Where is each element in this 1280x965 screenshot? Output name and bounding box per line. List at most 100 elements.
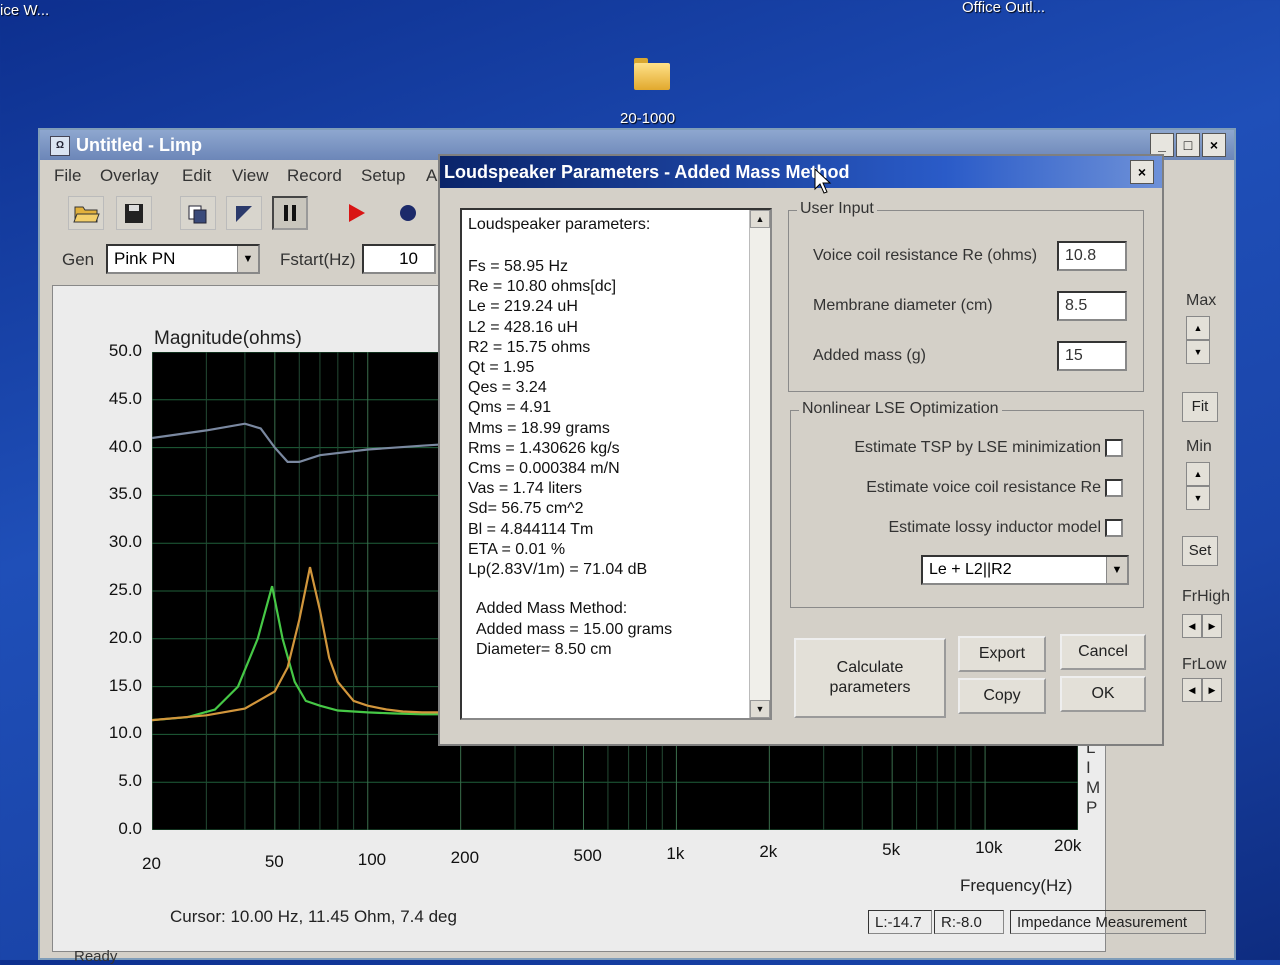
- x-tick-label: 2k: [759, 842, 778, 861]
- status-mode: Impedance Measurement: [1010, 910, 1206, 934]
- lse-group: Nonlinear LSE Optimization Estimate TSP …: [790, 400, 1144, 608]
- menu-record[interactable]: Record: [287, 166, 342, 186]
- save-icon: [125, 204, 143, 223]
- toolbar: [50, 194, 470, 234]
- y-tick-label: 10.0: [108, 723, 142, 743]
- max-down-button[interactable]: ▼: [1186, 340, 1210, 364]
- user-input-group: User Input Voice coil resistance Re (ohm…: [788, 200, 1144, 392]
- param-line: Qes = 3.24: [468, 379, 547, 397]
- pause-button[interactable]: [272, 196, 308, 230]
- parameters-dialog: Loudspeaker Parameters - Added Mass Meth…: [438, 154, 1164, 746]
- series-line: [151, 566, 468, 722]
- lse-inductor-checkbox[interactable]: [1105, 519, 1123, 537]
- lse-tsp-checkbox[interactable]: [1105, 439, 1123, 457]
- parameters-textbox[interactable]: Loudspeaker parameters: Fs = 58.95 Hz Re …: [460, 208, 772, 720]
- cancel-button[interactable]: Cancel: [1060, 634, 1146, 670]
- lse-option-tsp: Estimate TSP by LSE minimization: [854, 439, 1101, 456]
- inductor-model-select[interactable]: Le + L2||R2 ▼: [921, 555, 1129, 585]
- param-line: Sd= 56.75 cm^2: [468, 500, 584, 518]
- menu-setup[interactable]: Setup: [361, 166, 405, 186]
- dialog-close-button[interactable]: ×: [1130, 160, 1154, 184]
- dialog-title-bar[interactable]: Loudspeaker Parameters - Added Mass Meth…: [440, 156, 1162, 188]
- menu-view[interactable]: View: [232, 166, 269, 186]
- x-tick-label: 1k: [666, 844, 685, 863]
- menu-analysis[interactable]: A: [426, 166, 437, 186]
- chevron-down-icon[interactable]: ▼: [237, 246, 258, 272]
- chevron-down-icon[interactable]: ▼: [1106, 557, 1127, 583]
- min-label: Min: [1186, 438, 1212, 455]
- mass-line: Diameter= 8.50 cm: [476, 641, 612, 658]
- save-button[interactable]: [116, 196, 152, 230]
- param-line: Mms = 18.99 grams: [468, 419, 610, 437]
- diameter-label: Membrane diameter (cm): [813, 297, 993, 314]
- close-button[interactable]: ×: [1202, 133, 1226, 157]
- mouse-cursor-icon: [814, 168, 832, 194]
- cursor-readout: Cursor: 10.00 Hz, 11.45 Ohm, 7.4 deg: [170, 907, 457, 926]
- export-button[interactable]: Export: [958, 636, 1046, 672]
- frlow-left-button[interactable]: ◀: [1182, 678, 1202, 702]
- x-tick-label: 20: [142, 854, 161, 873]
- fstart-input[interactable]: 10: [362, 244, 436, 274]
- edit-tool-button[interactable]: [226, 196, 262, 230]
- menu-overlay[interactable]: Overlay: [100, 166, 159, 186]
- min-up-button[interactable]: ▲: [1186, 462, 1210, 486]
- param-line: Vas = 1.74 liters: [468, 480, 582, 498]
- copy-tool-button[interactable]: [180, 196, 216, 230]
- scroll-down-icon[interactable]: ▼: [750, 700, 770, 718]
- desktop-folder-label[interactable]: 20-1000: [620, 110, 675, 127]
- frlow-right-button[interactable]: ▶: [1202, 678, 1222, 702]
- calculate-label-1: Calculate: [836, 659, 904, 676]
- record-button[interactable]: [390, 196, 426, 230]
- generator-select[interactable]: Pink PN ▼: [106, 244, 260, 274]
- params-scrollbar[interactable]: ▲ ▼: [749, 210, 770, 718]
- y-tick-label: 45.0: [108, 388, 142, 408]
- x-tick-label: 20k: [1054, 836, 1082, 855]
- mass-input[interactable]: 15: [1057, 341, 1127, 371]
- param-line: Qms = 4.91: [468, 399, 552, 417]
- dialog-title: Loudspeaker Parameters - Added Mass Meth…: [444, 162, 850, 182]
- y-tick-label: 15.0: [108, 675, 142, 695]
- calculate-parameters-button[interactable]: Calculate parameters: [794, 638, 946, 718]
- frhigh-right-button[interactable]: ▶: [1202, 614, 1222, 638]
- diameter-input[interactable]: 8.5: [1057, 291, 1127, 321]
- gen-label: Gen: [62, 250, 95, 269]
- status-ready: Ready: [74, 948, 118, 965]
- folder-icon[interactable]: [634, 58, 670, 90]
- lse-option-re: Estimate voice coil resistance Re: [866, 479, 1101, 496]
- lse-re-checkbox[interactable]: [1105, 479, 1123, 497]
- frhigh-left-button[interactable]: ◀: [1182, 614, 1202, 638]
- set-button[interactable]: Set: [1182, 536, 1218, 566]
- min-down-button[interactable]: ▼: [1186, 486, 1210, 510]
- maximize-button[interactable]: □: [1176, 133, 1200, 157]
- param-line: Bl = 4.844114 Tm: [468, 520, 594, 538]
- re-label: Voice coil resistance Re (ohms): [813, 247, 1038, 264]
- param-line: ETA = 0.01 %: [468, 540, 566, 558]
- menu-edit[interactable]: Edit: [182, 166, 211, 186]
- max-up-button[interactable]: ▲: [1186, 316, 1210, 340]
- frlow-label: FrLow: [1182, 656, 1227, 673]
- ok-button[interactable]: OK: [1060, 676, 1146, 712]
- x-tick-label: 500: [573, 846, 602, 865]
- status-right: R:-8.0: [934, 910, 1004, 934]
- open-folder-icon: [73, 206, 100, 223]
- scroll-up-icon[interactable]: ▲: [750, 210, 770, 228]
- y-tick-label: 50.0: [108, 341, 142, 360]
- play-button[interactable]: [338, 196, 374, 230]
- menu-file[interactable]: File: [54, 166, 81, 186]
- param-line: Lp(2.83V/1m) = 71.04 dB: [468, 561, 648, 578]
- pause-icon: [284, 205, 296, 221]
- copy-icon: [188, 205, 207, 224]
- open-button[interactable]: [68, 196, 104, 230]
- diagonal-icon: [236, 206, 252, 222]
- max-label: Max: [1186, 292, 1217, 309]
- desktop-icon-label-word[interactable]: ice W...: [0, 2, 49, 19]
- params-header: Loudspeaker parameters:: [468, 216, 651, 233]
- param-line: Re = 10.80 ohms[dc]: [468, 278, 617, 296]
- y-tick-label: 30.0: [108, 532, 142, 552]
- desktop-icon-label-outlook[interactable]: Office Outl...: [962, 0, 1045, 16]
- inductor-model-value: Le + L2||R2: [929, 561, 1012, 578]
- copy-button[interactable]: Copy: [958, 678, 1046, 714]
- fstart-label: Fstart(Hz): [280, 250, 356, 269]
- fit-button[interactable]: Fit: [1182, 392, 1218, 422]
- re-input[interactable]: 10.8: [1057, 241, 1127, 271]
